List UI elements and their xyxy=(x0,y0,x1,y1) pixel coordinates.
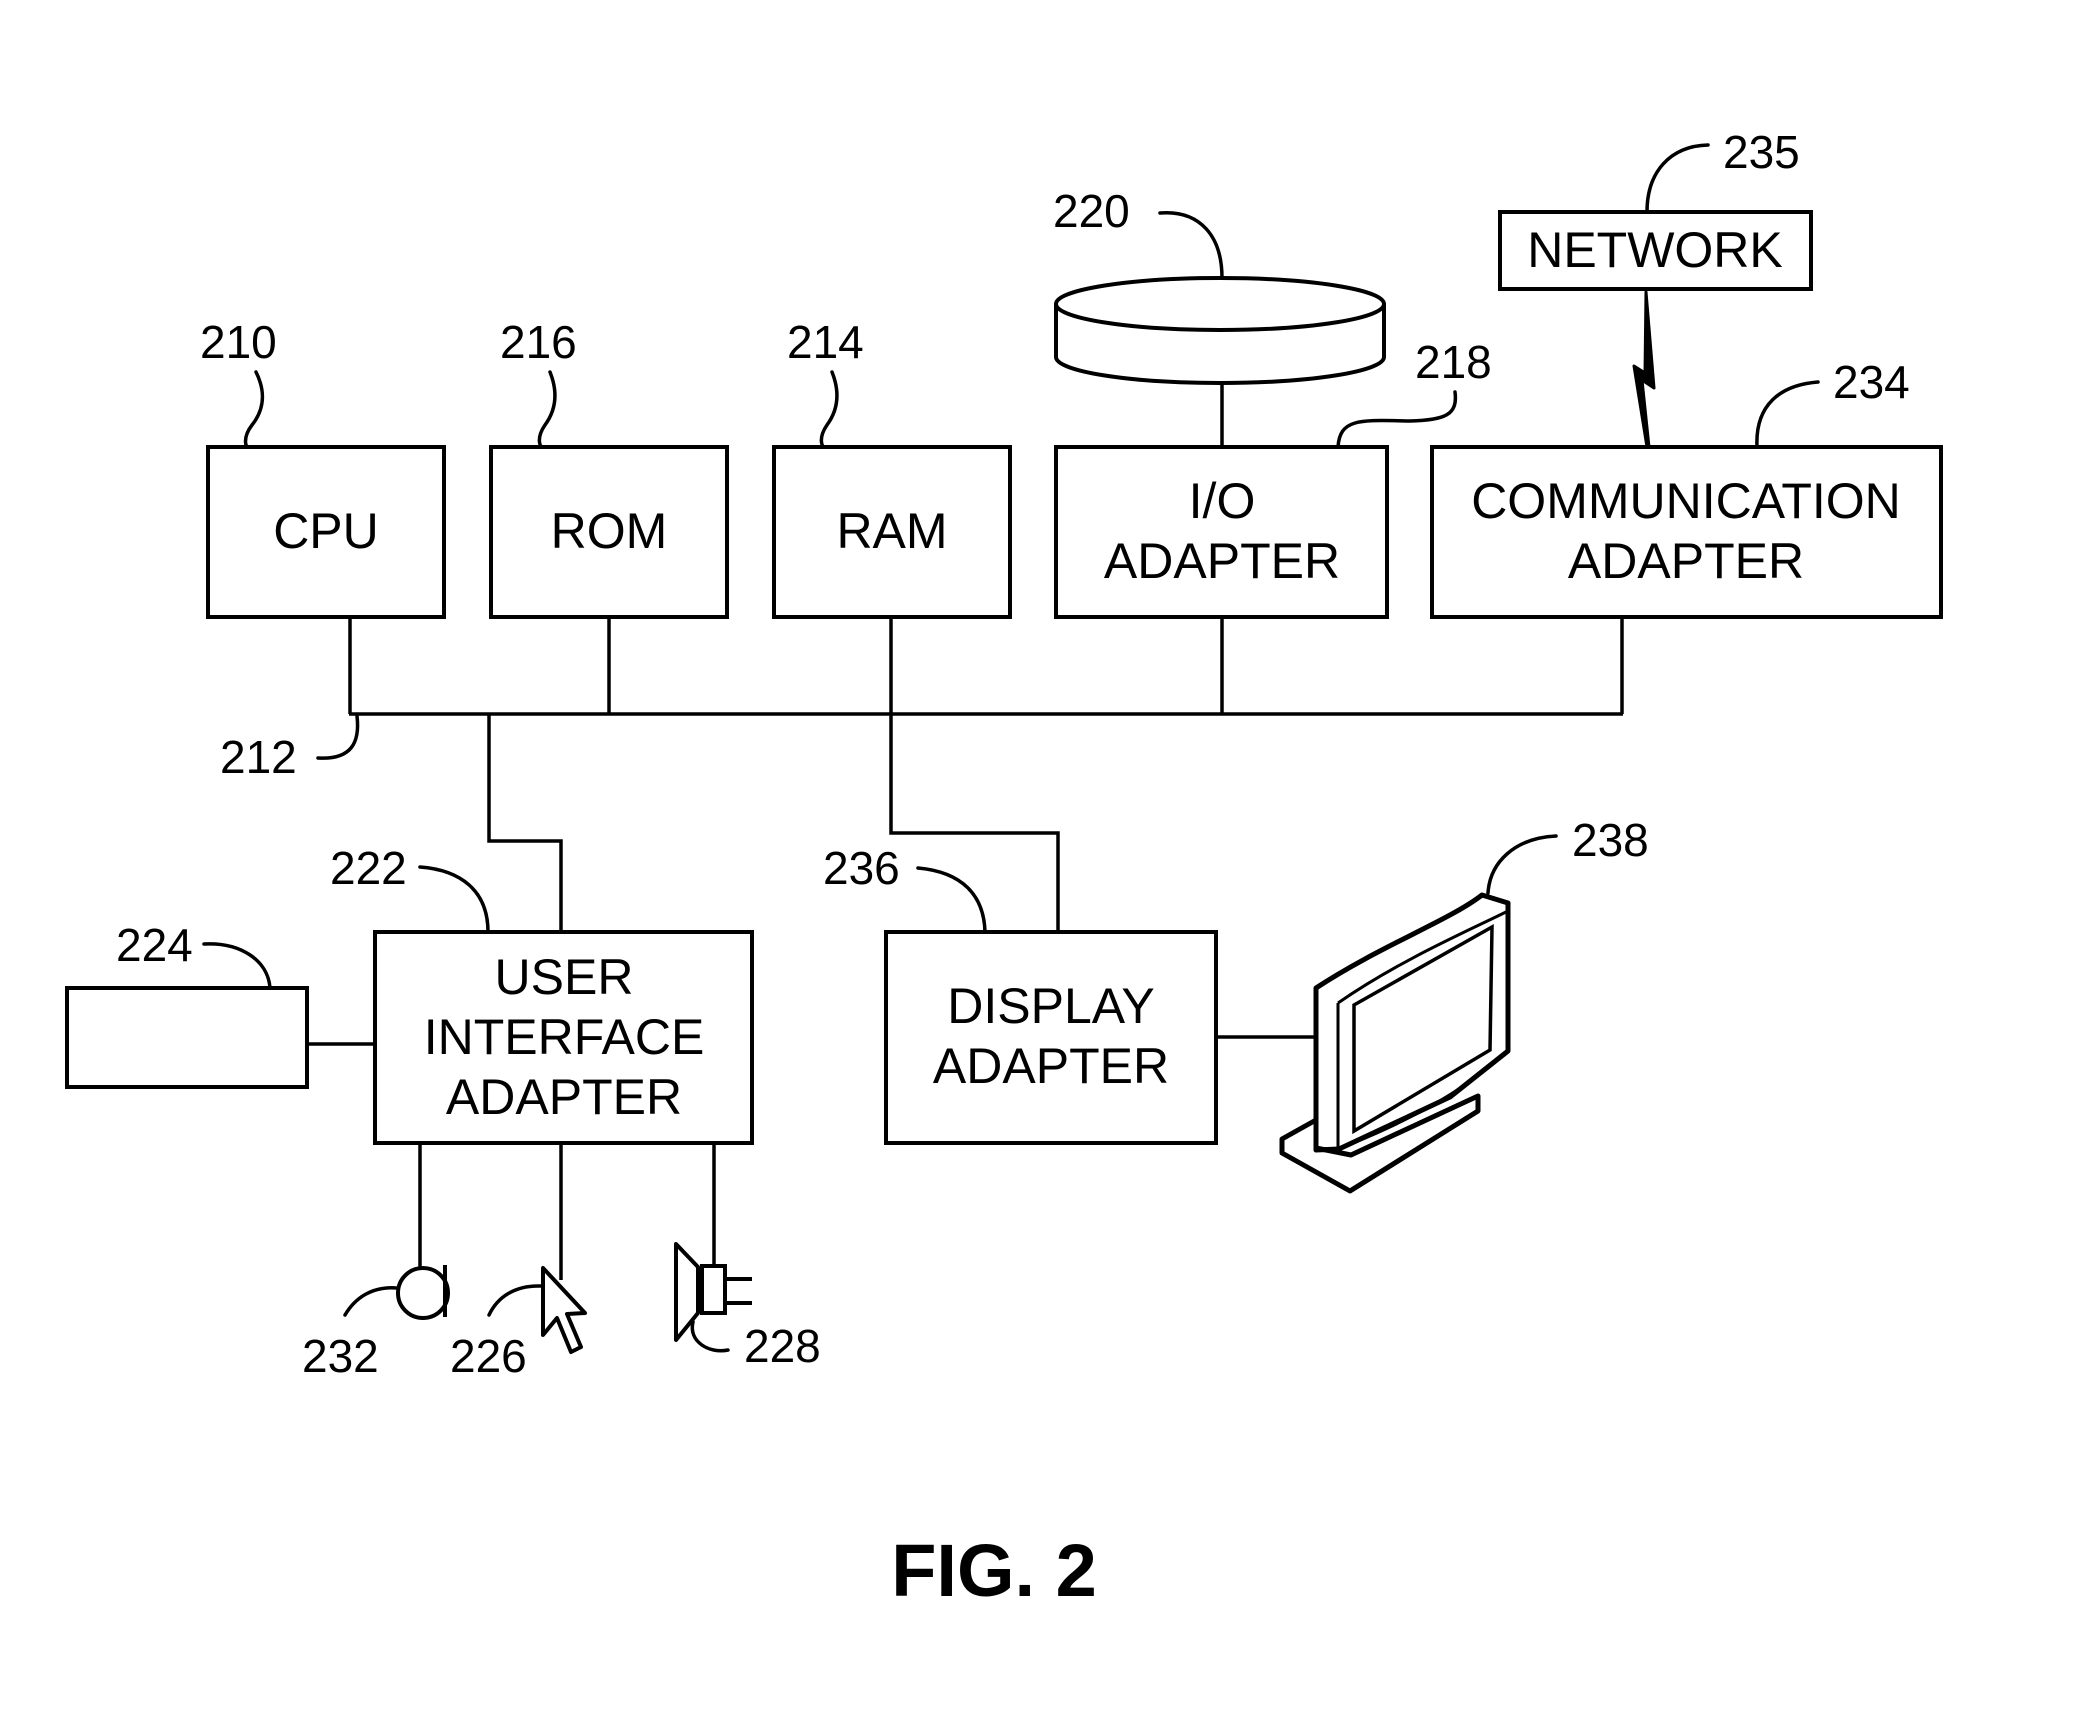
io-adapter-label-line1: I/O xyxy=(1189,473,1256,529)
ref-212-label: 212 xyxy=(220,731,297,783)
figure-caption: FIG. 2 xyxy=(891,1529,1097,1612)
ref-214: 214 xyxy=(787,316,864,449)
ref-228-label: 228 xyxy=(744,1320,821,1372)
ref-210: 210 xyxy=(200,316,277,449)
ref-222: 222 xyxy=(330,842,490,934)
communication-adapter-block: COMMUNICATION ADAPTER xyxy=(1430,445,1943,619)
comm-adapter-label-line2: ADAPTER xyxy=(1568,533,1804,589)
ref-238: 238 xyxy=(1486,814,1649,895)
disk-storage-icon xyxy=(1054,276,1386,385)
ref-236: 236 xyxy=(823,842,987,934)
network-label: NETWORK xyxy=(1527,222,1783,278)
ram-label: RAM xyxy=(836,503,947,559)
ref-238-label: 238 xyxy=(1572,814,1649,866)
ref-210-label: 210 xyxy=(200,316,277,368)
ref-235-label: 235 xyxy=(1723,126,1800,178)
ref-220-label: 220 xyxy=(1053,185,1130,237)
ram-block: RAM xyxy=(772,445,1012,619)
display-adapter-block: DISPLAY ADAPTER xyxy=(884,930,1218,1145)
wireless-link-icon xyxy=(1632,290,1656,449)
ref-218-label: 218 xyxy=(1415,336,1492,388)
system-bus xyxy=(348,617,1624,932)
ref-224-label: 224 xyxy=(116,919,193,971)
ref-228: 228 xyxy=(690,1320,821,1372)
ref-232-label: 232 xyxy=(302,1330,379,1382)
ref-214-label: 214 xyxy=(787,316,864,368)
microphone-icon xyxy=(396,1265,450,1320)
io-adapter-label-line2: ADAPTER xyxy=(1104,533,1340,589)
io-adapter-block: I/O ADAPTER xyxy=(1054,445,1389,619)
ref-226: 226 xyxy=(450,1284,543,1382)
display-adapter-label-line1: DISPLAY xyxy=(947,978,1155,1034)
user-interface-adapter-block: USER INTERFACE ADAPTER xyxy=(373,930,754,1145)
ref-234-label: 234 xyxy=(1833,356,1910,408)
block-diagram: CPU ROM RAM I/O ADAPTER COMMUNICATION AD… xyxy=(65,126,1943,1612)
ref-232: 232 xyxy=(302,1286,399,1382)
ref-224: 224 xyxy=(116,919,272,990)
display-adapter-label-line2: ADAPTER xyxy=(933,1038,1169,1094)
ref-216-label: 216 xyxy=(500,316,577,368)
cpu-label: CPU xyxy=(273,503,379,559)
keyboard-block xyxy=(65,986,309,1089)
ref-226-label: 226 xyxy=(450,1330,527,1382)
ref-234: 234 xyxy=(1755,356,1910,449)
ref-216: 216 xyxy=(500,316,577,449)
ref-220: 220 xyxy=(1053,185,1224,280)
ref-236-label: 236 xyxy=(823,842,900,894)
rom-label: ROM xyxy=(551,503,668,559)
ui-adapter-label-line2: INTERFACE xyxy=(424,1009,705,1065)
ref-235: 235 xyxy=(1645,126,1800,214)
comm-adapter-label-line1: COMMUNICATION xyxy=(1471,473,1901,529)
rom-block: ROM xyxy=(489,445,729,619)
network-block: NETWORK xyxy=(1498,210,1813,291)
mouse-pointer-icon xyxy=(541,1266,587,1354)
ref-212: 212 xyxy=(220,714,360,783)
monitor-icon xyxy=(1279,892,1511,1194)
ui-adapter-label-line1: USER xyxy=(495,949,634,1005)
ui-adapter-label-line3: ADAPTER xyxy=(446,1069,682,1125)
cpu-block: CPU xyxy=(206,445,446,619)
ref-222-label: 222 xyxy=(330,842,407,894)
